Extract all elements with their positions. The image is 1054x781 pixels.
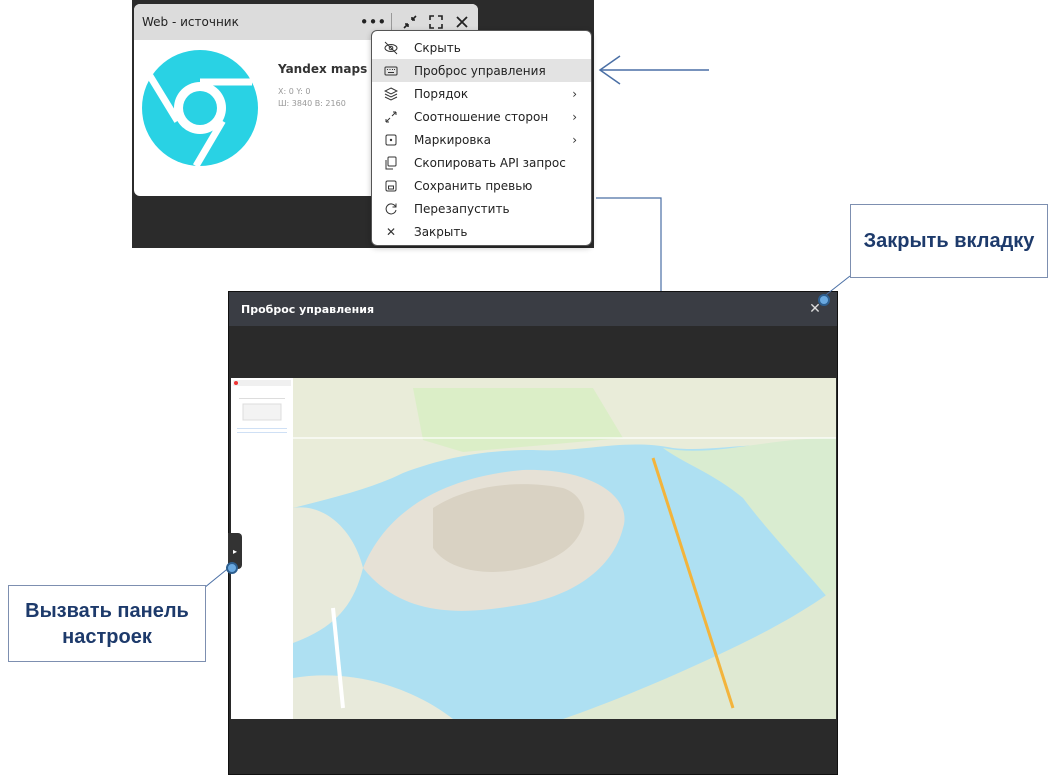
- source-card-actions: •••: [360, 13, 470, 31]
- menu-item-label: Скопировать API запрос: [414, 155, 566, 170]
- menu-item-label: Закрыть: [414, 224, 468, 239]
- menu-item-save-preview[interactable]: Сохранить превью: [372, 174, 591, 197]
- fullscreen-icon[interactable]: [428, 14, 444, 30]
- context-menu: Скрыть Проброс управления Порядок › Соот…: [371, 30, 592, 246]
- control-passthrough-window: Проброс управления ✕: [228, 291, 838, 775]
- more-icon[interactable]: •••: [360, 13, 387, 31]
- map-view[interactable]: [231, 378, 836, 719]
- callout-settings-line2: настроек: [62, 625, 152, 648]
- menu-item-control-passthrough[interactable]: Проброс управления: [372, 59, 591, 82]
- source-coords: X: 0 Y: 0 Ш: 3840 В: 2160: [278, 86, 346, 110]
- keyboard-icon: [384, 64, 398, 78]
- menu-item-order[interactable]: Порядок ›: [372, 82, 591, 105]
- close-tab-marker: [818, 294, 830, 306]
- layers-icon: [384, 86, 398, 101]
- expand-icon: [384, 110, 398, 124]
- minimize-icon[interactable]: [402, 14, 418, 30]
- chevron-right-icon: ›: [572, 132, 577, 147]
- menu-item-aspect-ratio[interactable]: Соотношение сторон ›: [372, 105, 591, 128]
- callout-settings-line1: Вызвать панель: [25, 599, 189, 622]
- close-icon[interactable]: [454, 14, 470, 30]
- restart-icon: [384, 202, 398, 216]
- menu-item-label: Сохранить превью: [414, 178, 533, 193]
- source-card-title: Web - источник: [142, 15, 239, 29]
- menu-item-label: Перезапустить: [414, 201, 510, 216]
- source-name: Yandex maps 1: [278, 62, 380, 76]
- copy-icon: [384, 156, 398, 170]
- chevron-right-icon: ›: [572, 109, 577, 124]
- menu-item-marking[interactable]: Маркировка ›: [372, 128, 591, 151]
- callout-close-tab: Закрыть вкладку: [850, 204, 1048, 278]
- menu-item-restart[interactable]: Перезапустить: [372, 197, 591, 220]
- source-coords-size: Ш: 3840 В: 2160: [278, 99, 346, 108]
- menu-item-label: Маркировка: [414, 132, 492, 147]
- chrome-logo-icon: [142, 50, 258, 166]
- window-title: Проброс управления: [241, 302, 375, 316]
- actions-divider: [391, 13, 392, 31]
- menu-item-label: Соотношение сторон: [414, 109, 549, 124]
- eye-off-icon: [384, 41, 398, 55]
- marker-icon: [384, 133, 398, 147]
- source-coords-position: X: 0 Y: 0: [278, 87, 311, 96]
- menu-item-label: Скрыть: [414, 40, 461, 55]
- menu-item-hide[interactable]: Скрыть: [372, 36, 591, 59]
- window-header: Проброс управления ✕: [229, 292, 837, 326]
- save-icon: [384, 179, 398, 193]
- menu-item-label: Проброс управления: [414, 63, 546, 78]
- menu-item-copy-api[interactable]: Скопировать API запрос: [372, 151, 591, 174]
- close-icon: ✕: [385, 224, 397, 239]
- chevron-right-icon: ›: [572, 86, 577, 101]
- callout-settings-panel: Вызвать панель настроек: [8, 585, 206, 662]
- menu-item-close[interactable]: ✕ Закрыть: [372, 220, 591, 243]
- menu-item-label: Порядок: [414, 86, 469, 101]
- settings-marker: [226, 562, 238, 574]
- map-image: [293, 378, 836, 719]
